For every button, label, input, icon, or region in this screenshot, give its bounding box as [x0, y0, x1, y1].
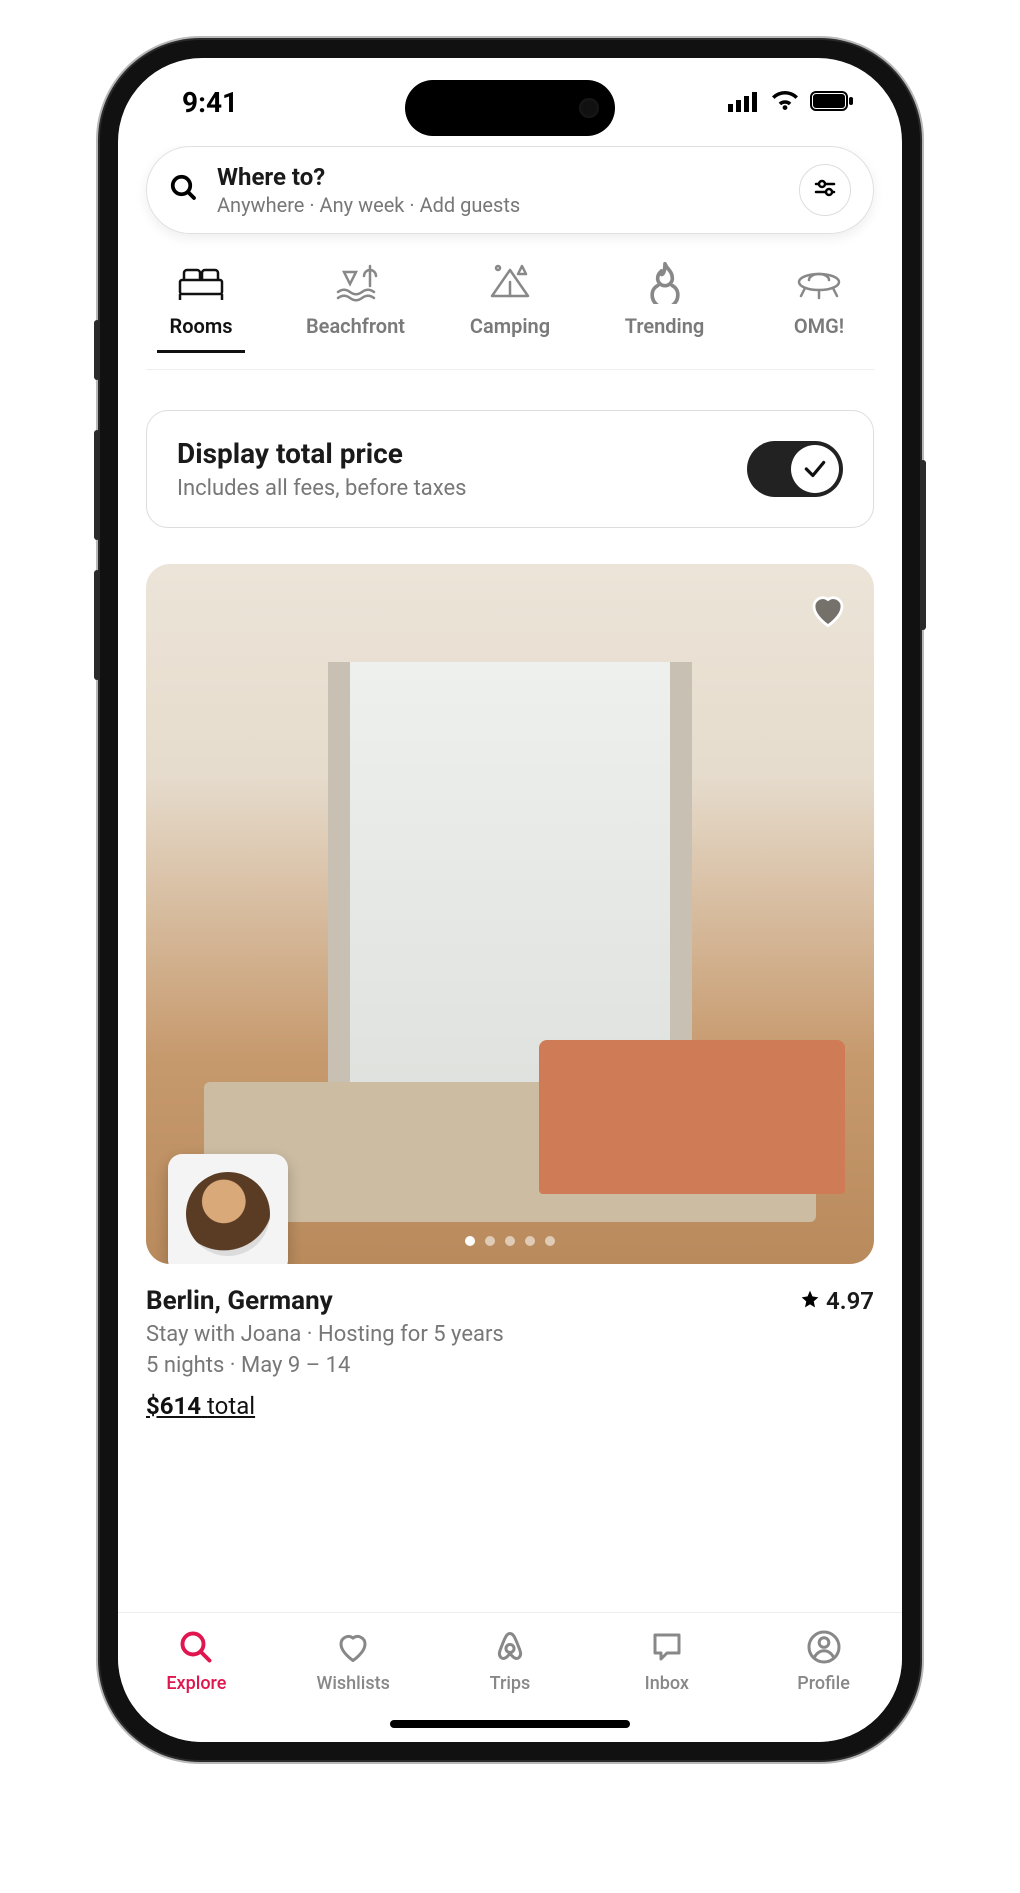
category-rooms[interactable]: Rooms	[146, 260, 256, 353]
filters-icon	[813, 176, 837, 204]
content-area: Where to? Anywhere · Any week · Add gues…	[118, 146, 902, 1612]
airbnb-icon	[490, 1627, 530, 1667]
active-underline	[157, 350, 245, 353]
search-icon	[169, 173, 199, 207]
camping-icon	[486, 260, 534, 304]
category-beachfront[interactable]: Beachfront	[301, 260, 411, 353]
price-toggle-subtitle: Includes all fees, before taxes	[177, 476, 466, 501]
screen: 9:41 Where to?	[118, 58, 902, 1742]
search-icon	[176, 1627, 216, 1667]
price-toggle-title: Display total price	[177, 437, 466, 470]
wishlist-heart-button[interactable]	[804, 586, 852, 634]
bed-icon	[177, 260, 225, 304]
search-title: Where to?	[217, 163, 781, 191]
tab-inbox[interactable]: Inbox	[607, 1627, 727, 1694]
page-dot	[485, 1236, 495, 1246]
listing-rating: 4.97	[800, 1287, 874, 1315]
category-trending[interactable]: Trending	[610, 260, 720, 353]
search-bar[interactable]: Where to? Anywhere · Any week · Add gues…	[146, 146, 874, 234]
category-label: Camping	[470, 314, 550, 338]
volume-up-button	[94, 430, 100, 540]
cellular-icon	[728, 86, 760, 119]
category-tabs: Rooms Beachfront Camping	[146, 260, 874, 370]
total-price-toggle[interactable]	[747, 441, 843, 497]
tab-profile[interactable]: Profile	[764, 1627, 884, 1694]
listing-card[interactable]: Berlin, Germany 4.97 Stay with Joana · H…	[146, 564, 874, 1420]
heart-icon	[333, 1627, 373, 1667]
trending-icon	[641, 260, 689, 304]
chat-icon	[647, 1627, 687, 1667]
omg-icon	[795, 260, 843, 304]
volume-down-button	[94, 570, 100, 680]
category-camping[interactable]: Camping	[455, 260, 565, 353]
home-indicator[interactable]	[390, 1720, 630, 1728]
category-label: OMG!	[794, 314, 844, 338]
page-dot	[465, 1236, 475, 1246]
host-avatar	[186, 1172, 270, 1256]
listing-location: Berlin, Germany	[146, 1286, 333, 1316]
page-dot	[545, 1236, 555, 1246]
category-label: Trending	[625, 314, 705, 338]
price-amount: $614	[146, 1392, 201, 1420]
listing-photo[interactable]	[146, 564, 874, 1264]
tab-label: Trips	[490, 1673, 531, 1694]
star-icon	[800, 1287, 820, 1315]
beachfront-icon	[332, 260, 380, 304]
rating-value: 4.97	[826, 1287, 874, 1315]
dynamic-island	[405, 80, 615, 136]
page-dot	[525, 1236, 535, 1246]
tab-wishlists[interactable]: Wishlists	[293, 1627, 413, 1694]
listing-price[interactable]: $614 total	[146, 1392, 255, 1420]
page-dot	[505, 1236, 515, 1246]
power-button	[920, 460, 926, 630]
listing-host-line: Stay with Joana · Hosting for 5 years	[146, 1322, 874, 1347]
category-omg[interactable]: OMG!	[764, 260, 874, 353]
battery-icon	[810, 86, 854, 119]
category-label: Rooms	[170, 314, 233, 338]
photo-pagination	[465, 1236, 555, 1246]
total-price-card: Display total price Includes all fees, b…	[146, 410, 874, 528]
host-badge[interactable]	[168, 1154, 288, 1264]
side-button	[94, 320, 100, 380]
wifi-icon	[770, 86, 800, 119]
category-label: Beachfront	[306, 314, 405, 338]
tab-label: Explore	[166, 1673, 226, 1694]
tab-label: Inbox	[645, 1673, 689, 1694]
profile-icon	[804, 1627, 844, 1667]
tab-trips[interactable]: Trips	[450, 1627, 570, 1694]
tab-explore[interactable]: Explore	[136, 1627, 256, 1694]
tab-label: Profile	[797, 1673, 850, 1694]
filters-button[interactable]	[799, 164, 851, 216]
price-suffix: total	[207, 1392, 255, 1420]
phone-frame: 9:41 Where to?	[100, 40, 920, 1760]
status-time: 9:41	[182, 86, 238, 119]
search-subtitle: Anywhere · Any week · Add guests	[217, 193, 781, 217]
listing-stay-line: 5 nights · May 9 – 14	[146, 1353, 874, 1378]
toggle-knob	[791, 445, 839, 493]
tab-label: Wishlists	[316, 1673, 389, 1694]
